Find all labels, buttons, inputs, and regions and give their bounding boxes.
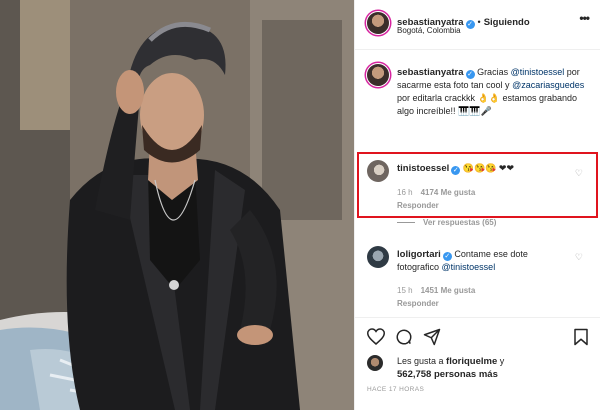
post-photo[interactable] (0, 0, 354, 410)
reply-button[interactable]: Responder (397, 299, 439, 308)
comment-meta: 16 h 4174 Me gusta (397, 188, 475, 197)
verified-badge-icon: ✓ (451, 166, 461, 175)
caption-text-part-3: por editarla crackkk 👌👌 estamos grabando… (397, 93, 577, 116)
heart-icon[interactable] (367, 328, 385, 345)
caption-avatar[interactable] (367, 64, 389, 86)
comment-text: loligortari ✓ Contame ese dote fotografic… (397, 248, 567, 274)
comment-text: tinistoessel ✓ 😘😘😘 ❤❤ (397, 162, 514, 175)
liker-avatar[interactable] (367, 355, 383, 371)
comment-icon[interactable] (395, 328, 413, 346)
post-photo-illustration (0, 0, 354, 410)
view-replies-button[interactable]: Ver respuestas (65) (397, 218, 496, 227)
post-side-panel: sebastianyatra ✓ • Siguiendo Bogotá, Colomb… (354, 0, 600, 410)
comment-time[interactable]: 15 h (397, 286, 413, 295)
liker-username[interactable]: floriquelme (446, 356, 497, 367)
likes-count[interactable]: 562,758 personas más (397, 369, 498, 380)
caption-text: sebastianyatra ✓ Gracias @tinistoessel po… (397, 66, 587, 118)
caption-text-part-1: Gracias (477, 67, 509, 77)
separator-dot: • (477, 17, 481, 27)
verified-badge-icon: ✓ (465, 70, 475, 79)
caption-mention-1[interactable]: @tinistoessel (511, 67, 565, 77)
bookmark-icon[interactable] (573, 328, 589, 346)
action-bar (355, 317, 600, 357)
likes-text-part-1: Les gusta a (397, 356, 447, 366)
comment-meta: 15 h 1451 Me gusta (397, 286, 475, 295)
likes-text-part-2: y (497, 356, 505, 366)
post-header: sebastianyatra ✓ • Siguiendo Bogotá, Colomb… (355, 0, 600, 50)
comment-time[interactable]: 16 h (397, 188, 413, 197)
comment-heart-icon[interactable]: ♡ (575, 168, 583, 179)
more-options-icon[interactable]: ••• (579, 11, 590, 25)
author-avatar[interactable] (367, 12, 389, 34)
comment-username[interactable]: loligortari (397, 249, 441, 260)
reply-button[interactable]: Responder (397, 201, 439, 210)
post-location[interactable]: Bogotá, Colombia (397, 26, 461, 35)
comment-avatar[interactable] (367, 160, 389, 182)
comment-likes[interactable]: 1451 Me gusta (421, 286, 476, 295)
share-icon[interactable] (423, 328, 441, 346)
comment-username[interactable]: tinistoessel (397, 163, 449, 174)
following-button[interactable]: Siguiendo (484, 17, 530, 28)
caption-username[interactable]: sebastianyatra (397, 67, 464, 78)
divider-line (397, 222, 415, 224)
comment-body: 😘😘😘 ❤❤ (462, 163, 514, 173)
view-replies-label: Ver respuestas (65) (423, 218, 497, 227)
comment-mention[interactable]: @tinistoessel (442, 262, 496, 272)
verified-badge-icon: ✓ (465, 20, 475, 29)
comment-heart-icon[interactable]: ♡ (575, 252, 583, 263)
verified-badge-icon: ✓ (442, 252, 452, 261)
caption-mention-2[interactable]: @zacariasguedes (512, 80, 584, 90)
comment-avatar[interactable] (367, 246, 389, 268)
post-timestamp[interactable]: HACE 17 HORAS (367, 386, 424, 393)
comment-likes[interactable]: 4174 Me gusta (421, 188, 476, 197)
likes-text: Les gusta a floriquelme y 562,758 person… (397, 355, 504, 381)
